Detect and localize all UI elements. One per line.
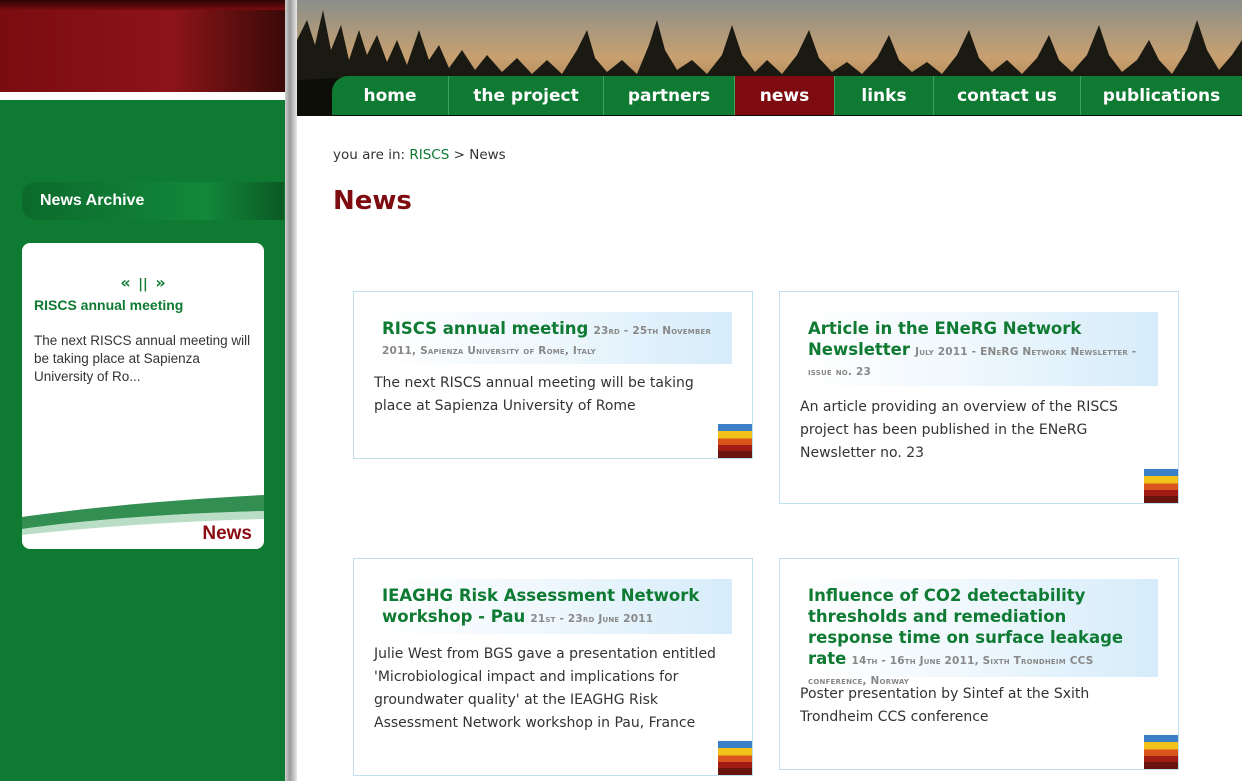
page-title: News [333, 186, 412, 216]
news-item-header: RISCS annual meeting 23rd - 25th Novembe… [374, 312, 732, 364]
breadcrumb-current: News [469, 147, 506, 163]
nav-links[interactable]: links [835, 76, 934, 115]
ticker-news-text: The next RISCS annual meeting will be ta… [34, 333, 251, 384]
breadcrumb-link-riscs[interactable]: RISCS [409, 147, 449, 163]
news-item-description: An article providing an overview of the … [800, 399, 1118, 461]
sidebar-header-shadow [0, 0, 285, 10]
nav-contact-us[interactable]: contact us [934, 76, 1081, 115]
sidebar-shadow-edge [285, 0, 297, 781]
main-navigation: home the project partners news links con… [332, 76, 1242, 115]
breadcrumb: you are in: RISCS > News [333, 147, 506, 163]
ticker-news-label: News [202, 523, 252, 544]
left-sidebar: News Archive « || » RISCS annual meeting… [0, 0, 285, 781]
news-item: RISCS annual meeting 23rd - 25th Novembe… [353, 291, 753, 459]
news-archive-link[interactable]: News Archive [22, 182, 284, 220]
news-archive-label: News Archive [40, 192, 145, 209]
news-item-header: Influence of CO2 detectability threshold… [800, 579, 1158, 687]
news-item: Article in the ENeRG Network Newsletter … [779, 291, 1179, 504]
breadcrumb-separator: > [453, 147, 465, 163]
news-item: IEAGHG Risk Assessment Network workshop … [353, 558, 753, 776]
stripe-logo-icon [1144, 735, 1178, 769]
news-ticker-card: « || » RISCS annual meeting The next RIS… [22, 243, 264, 549]
news-item-header: IEAGHG Risk Assessment Network workshop … [374, 579, 732, 634]
news-item-description: Julie West from BGS gave a presentation … [374, 646, 716, 731]
nav-news[interactable]: news [735, 76, 835, 115]
news-item-description: Poster presentation by Sintef at the Sxi… [800, 686, 1090, 725]
news-item-header: Article in the ENeRG Network Newsletter … [800, 312, 1158, 386]
sidebar-header-band [0, 0, 285, 92]
stripe-logo-icon [718, 741, 752, 775]
news-item: Influence of CO2 detectability threshold… [779, 558, 1179, 770]
nav-publications[interactable]: publications [1081, 76, 1242, 115]
stripe-logo-icon [718, 424, 752, 458]
sidebar-divider [0, 92, 285, 100]
ticker-controls: « || » [22, 273, 264, 292]
breadcrumb-prefix: you are in: [333, 147, 406, 163]
nav-the-project[interactable]: the project [449, 76, 604, 115]
pause-icon[interactable]: || [138, 277, 148, 292]
nav-partners[interactable]: partners [604, 76, 735, 115]
arrow-prev-icon[interactable]: « [120, 273, 130, 292]
nav-home[interactable]: home [332, 76, 449, 115]
arrow-next-icon[interactable]: » [155, 273, 165, 292]
news-item-description: The next RISCS annual meeting will be ta… [374, 375, 694, 414]
news-item-meta: 21st - 23rd June 2011 [530, 613, 654, 625]
stripe-logo-icon [1144, 469, 1178, 503]
news-item-title[interactable]: RISCS annual meeting [382, 319, 588, 338]
ticker-news-title[interactable]: RISCS annual meeting [34, 297, 183, 313]
